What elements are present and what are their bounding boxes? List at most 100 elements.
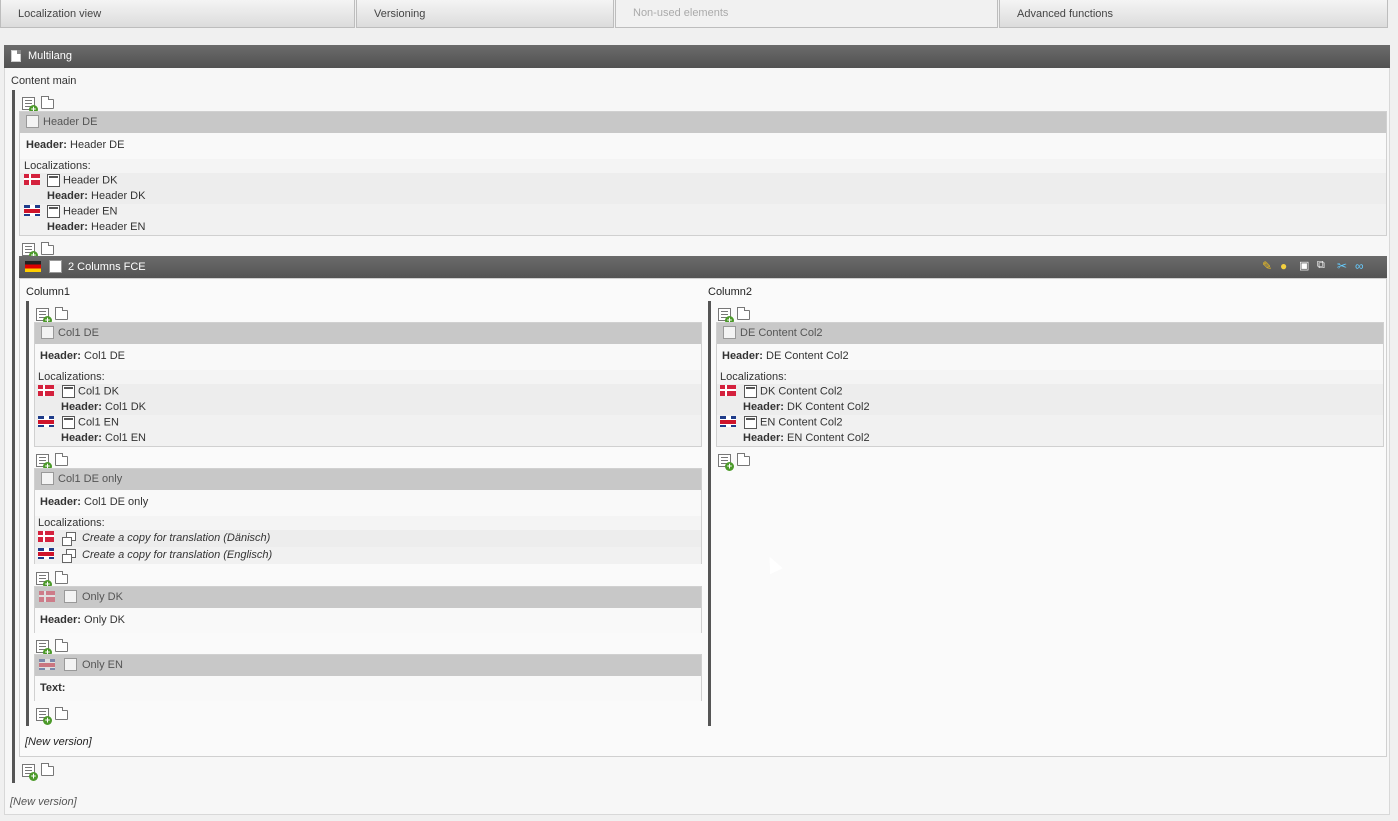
flag-dk-icon — [720, 385, 736, 396]
element-header[interactable]: Col1 DE — [35, 323, 701, 344]
insert-controls — [22, 242, 56, 260]
element-header[interactable]: Col1 DE only — [35, 469, 701, 490]
flag-gb-icon — [38, 548, 54, 559]
content-element-icon[interactable] — [41, 326, 54, 339]
folder-icon[interactable] — [41, 96, 54, 109]
field-value: Col1 DE — [84, 350, 125, 362]
element-title: Col1 DE — [58, 327, 99, 339]
localize-icon[interactable]: ⧉ — [1317, 259, 1330, 272]
tab-versioning[interactable]: Versioning — [356, 0, 614, 28]
tab-advanced-functions[interactable]: Advanced functions — [999, 0, 1388, 28]
content-element-icon[interactable] — [62, 385, 75, 398]
content-element-icon[interactable] — [62, 416, 75, 429]
fce-icon[interactable] — [49, 260, 62, 273]
field-value: DK Content Col2 — [787, 401, 870, 413]
page-title-bar: Multilang — [4, 45, 1390, 68]
tab-bar: Localization view Versioning Non-used el… — [0, 0, 1388, 29]
folder-icon[interactable] — [55, 707, 68, 720]
folder-icon[interactable] — [55, 453, 68, 466]
field-value: Col1 DK — [105, 401, 146, 413]
new-content-icon[interactable] — [36, 454, 52, 471]
column1-label: Column1 — [26, 286, 71, 298]
tab-non-used-elements: Non-used elements — [615, 0, 998, 28]
tab-localization-view[interactable]: Localization view — [0, 0, 355, 28]
content-element-icon[interactable] — [26, 115, 39, 128]
folder-icon[interactable] — [41, 763, 54, 776]
content-element-icon[interactable] — [723, 326, 736, 339]
content-element-header-de: Header DE Header: Header DE Localization… — [19, 111, 1387, 236]
move-icon[interactable]: ▣ — [1299, 259, 1312, 272]
content-element-col1-de: Col1 DE Header: Col1 DE Localizations: C… — [34, 322, 702, 447]
loc-title: Col1 DK — [78, 385, 119, 398]
flag-gb-icon — [720, 416, 736, 427]
new-content-icon[interactable] — [22, 97, 38, 114]
localization-en: Col1 EN Header: Col1 EN — [35, 415, 701, 446]
folder-icon[interactable] — [41, 242, 54, 255]
copy-translation-en[interactable]: Create a copy for translation (Englisch) — [35, 547, 701, 564]
new-content-icon[interactable] — [22, 243, 38, 260]
field-label: Text: — [40, 682, 66, 694]
folder-icon[interactable] — [737, 307, 750, 320]
field-value: Header DK — [91, 190, 146, 202]
folder-icon[interactable] — [55, 639, 68, 652]
field-label: Header: — [40, 496, 81, 508]
column2-label: Column2 — [708, 286, 753, 298]
insert-controls — [36, 707, 70, 725]
content-element-icon[interactable] — [47, 205, 60, 218]
insert-controls — [36, 571, 70, 589]
flag-de-icon — [25, 261, 41, 272]
insert-controls — [718, 307, 752, 325]
new-content-icon[interactable] — [718, 308, 734, 325]
field-value: Header EN — [91, 221, 146, 233]
flag-dk-icon — [38, 385, 54, 396]
copy-icon[interactable] — [62, 532, 76, 546]
element-header[interactable]: Header DE — [20, 112, 1386, 133]
copy-link[interactable]: Create a copy for translation (Englisch) — [82, 549, 272, 561]
copy-link[interactable]: Create a copy for translation (Dänisch) — [82, 532, 270, 544]
insert-controls — [22, 96, 56, 114]
content-element-icon[interactable] — [64, 658, 77, 671]
copy-icon[interactable] — [62, 549, 76, 563]
content-element-icon[interactable] — [744, 385, 757, 398]
area-label: Content main — [11, 75, 77, 87]
element-header[interactable]: Only DK — [35, 587, 701, 608]
new-content-icon[interactable] — [22, 764, 38, 781]
element-header[interactable]: DE Content Col2 — [717, 323, 1383, 344]
field-label: Header: — [26, 139, 67, 151]
field-value: Only DK — [84, 614, 125, 626]
localizations-label: Localizations: — [24, 160, 91, 172]
content-area: Content main Header DE Header: Header DE… — [4, 68, 1390, 815]
insert-controls — [718, 453, 752, 471]
folder-icon[interactable] — [55, 307, 68, 320]
folder-icon[interactable] — [737, 453, 750, 466]
edit-icon[interactable]: ✎ — [1262, 259, 1275, 273]
flag-dk-icon — [39, 591, 55, 602]
new-content-icon[interactable] — [36, 572, 52, 589]
localization-dk: Header DK Header: Header DK — [20, 173, 1386, 204]
page-new-version[interactable]: [New version] — [10, 796, 77, 808]
content-element-icon[interactable] — [47, 174, 60, 187]
loc-title: Header EN — [63, 205, 118, 218]
doc-icon — [11, 50, 21, 62]
folder-icon[interactable] — [55, 571, 68, 584]
area-line — [12, 90, 15, 783]
content-element-icon[interactable] — [744, 416, 757, 429]
link-icon[interactable]: ∞ — [1355, 259, 1368, 273]
field-row: Header: Only DK — [35, 608, 701, 633]
cut-icon[interactable]: ✂ — [1337, 259, 1350, 273]
content-element-col1-de-only: Col1 DE only Header: Col1 DE only Locali… — [34, 468, 702, 564]
copy-translation-dk[interactable]: Create a copy for translation (Dänisch) — [35, 530, 701, 547]
element-header[interactable]: Only EN — [35, 655, 701, 676]
new-content-icon[interactable] — [36, 308, 52, 325]
fce-header[interactable]: 2 Columns FCE ✎ ● ▣ ⧉ ✂ ∞ — [19, 256, 1387, 278]
content-element-icon[interactable] — [64, 590, 77, 603]
fce-new-version[interactable]: [New version] — [25, 736, 92, 748]
content-element-icon[interactable] — [41, 472, 54, 485]
new-content-icon[interactable] — [36, 640, 52, 657]
field-label: Header: — [47, 221, 88, 233]
tab-label: Non-used elements — [633, 7, 729, 19]
localization-dk: Col1 DK Header: Col1 DK — [35, 384, 701, 415]
new-content-icon[interactable] — [36, 708, 52, 725]
info-icon[interactable]: ● — [1280, 259, 1293, 273]
new-content-icon[interactable] — [718, 454, 734, 471]
